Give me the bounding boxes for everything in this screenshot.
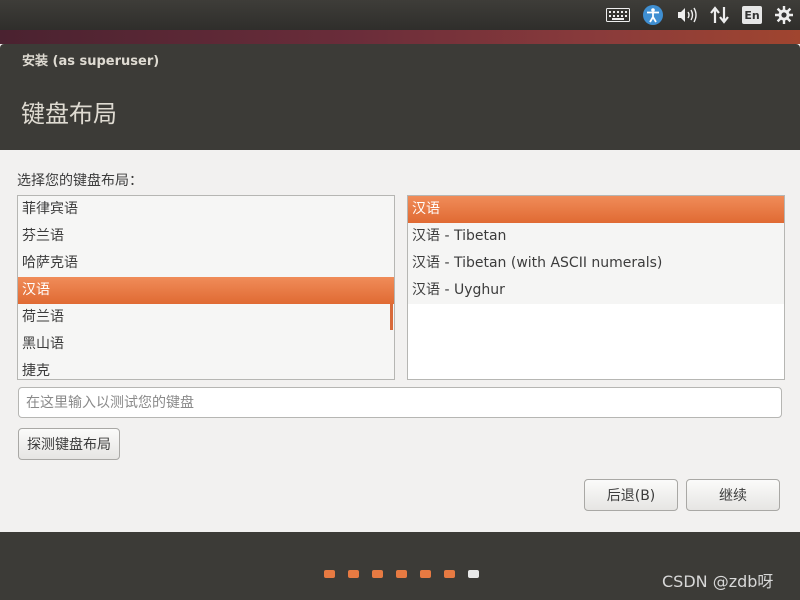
layout-item-selected[interactable]: 汉语 <box>18 277 394 304</box>
indicator-area: En <box>606 3 794 27</box>
layout-item[interactable]: 黑山语 <box>18 331 394 358</box>
progress-dots <box>324 570 479 578</box>
variant-item[interactable]: 汉语 - Uyghur <box>408 277 784 304</box>
variant-item-selected[interactable]: 汉语 <box>408 196 784 223</box>
scroll-indicator[interactable] <box>390 304 393 330</box>
watermark-text: CSDN @zdb呀 <box>662 572 774 591</box>
keyboard-test-input[interactable] <box>18 387 782 418</box>
progress-dot-current <box>468 570 479 578</box>
layout-item[interactable]: 荷兰语 <box>18 304 394 331</box>
volume-icon[interactable] <box>676 7 698 23</box>
page-title: 键盘布局 <box>21 100 117 128</box>
keyboard-variant-list[interactable]: 汉语 汉语 - Tibetan 汉语 - Tibetan (with ASCII… <box>407 195 785 380</box>
variant-item[interactable]: 汉语 - Tibetan (with ASCII numerals) <box>408 250 784 277</box>
layout-item[interactable]: 捷克 <box>18 358 394 379</box>
layout-item[interactable]: 菲律宾语 <box>18 196 394 223</box>
keyboard-icon[interactable] <box>606 8 630 22</box>
top-panel: En <box>0 0 800 30</box>
language-indicator[interactable]: En <box>742 6 762 24</box>
window-header: 安装 (as superuser) 键盘布局 <box>0 44 800 150</box>
continue-button[interactable]: 继续 <box>686 479 780 511</box>
network-icon[interactable] <box>710 6 730 24</box>
variant-item[interactable]: 汉语 - Tibetan <box>408 223 784 250</box>
layout-item[interactable]: 哈萨克语 <box>18 250 394 277</box>
progress-dot <box>372 570 383 578</box>
layout-prompt-label: 选择您的键盘布局： <box>17 173 143 189</box>
settings-icon[interactable] <box>774 5 794 25</box>
detect-layout-button[interactable]: 探测键盘布局 <box>18 428 120 460</box>
installer-window: 安装 (as superuser) 键盘布局 选择您的键盘布局： 菲律宾语 芬兰… <box>0 44 800 600</box>
accessibility-icon[interactable] <box>642 4 664 26</box>
keyboard-layout-list[interactable]: 菲律宾语 芬兰语 哈萨克语 汉语 荷兰语 黑山语 捷克 <box>17 195 395 380</box>
progress-dot <box>420 570 431 578</box>
window-title: 安装 (as superuser) <box>22 54 160 69</box>
progress-dot <box>324 570 335 578</box>
progress-dot <box>444 570 455 578</box>
back-button[interactable]: 后退(B) <box>584 479 678 511</box>
progress-dot <box>396 570 407 578</box>
progress-dot <box>348 570 359 578</box>
layout-item[interactable]: 芬兰语 <box>18 223 394 250</box>
